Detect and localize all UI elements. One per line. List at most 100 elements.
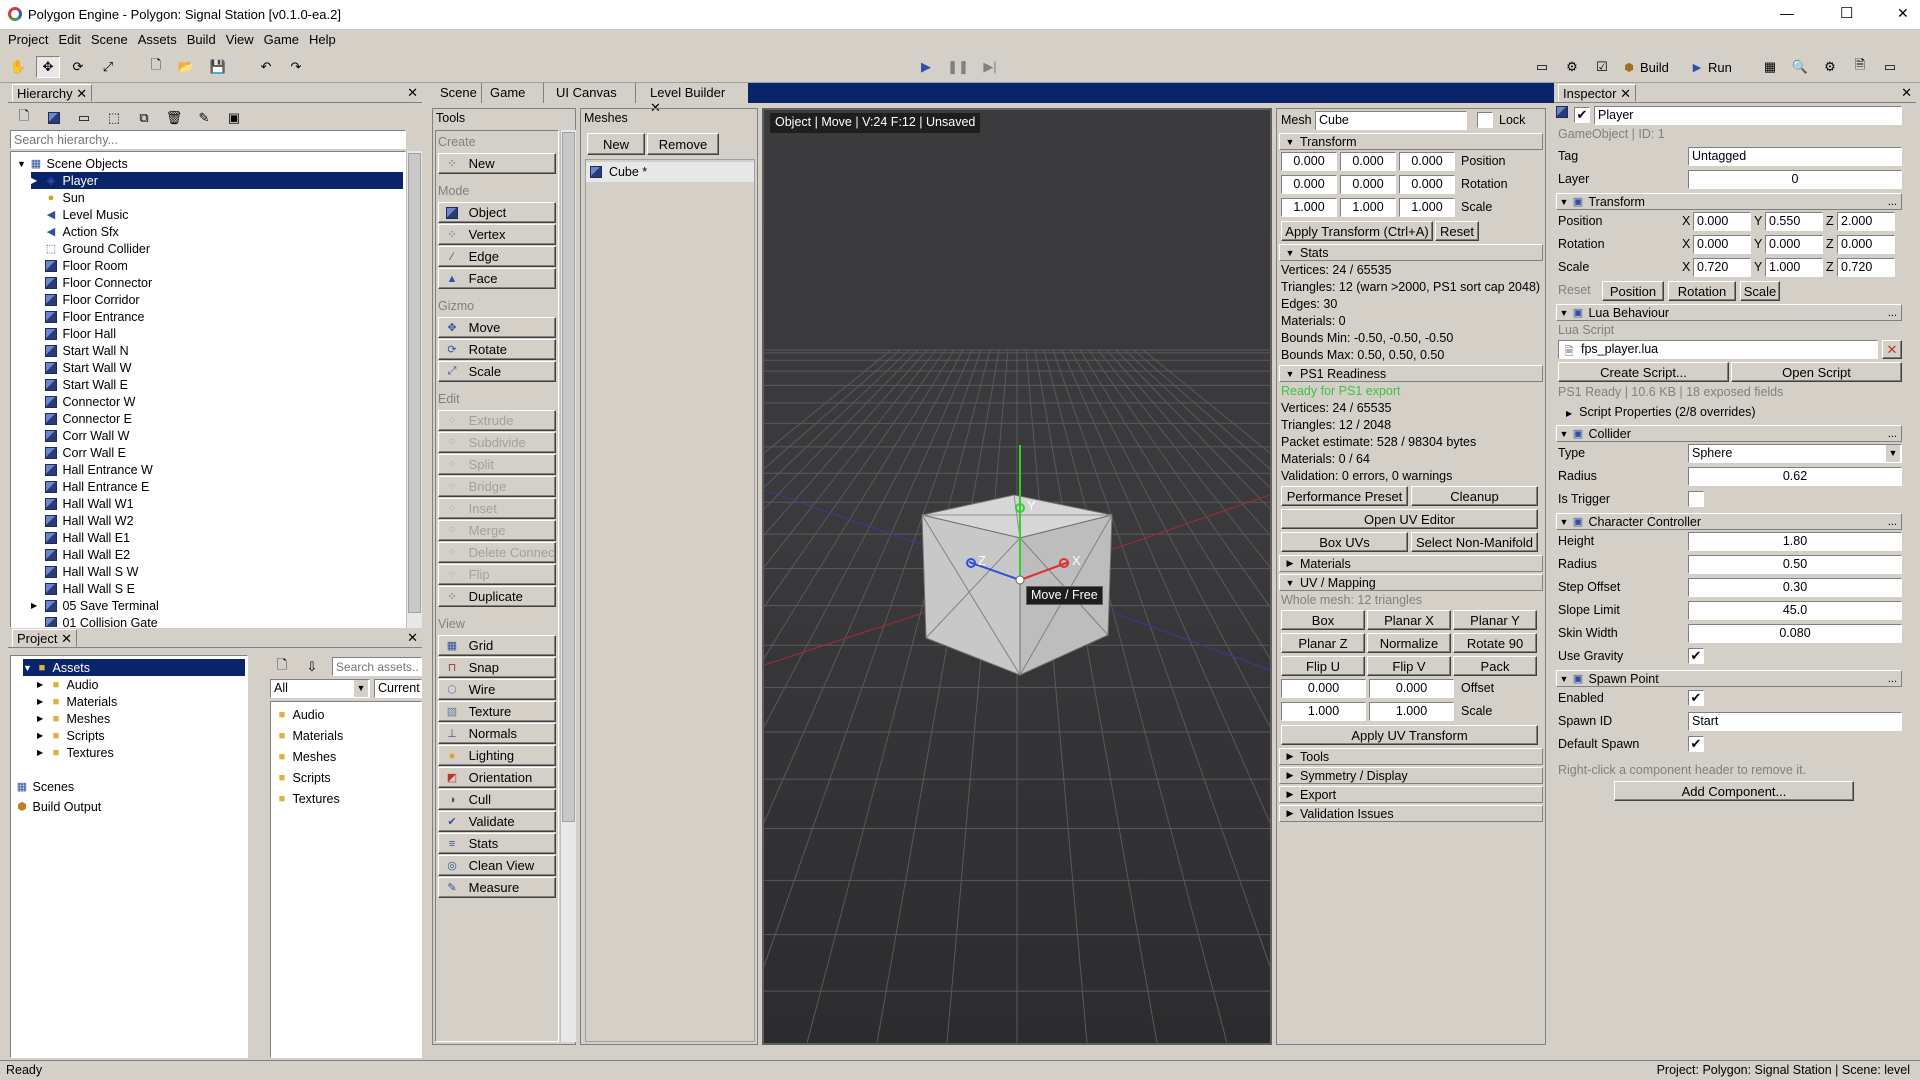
uv-offset-u-field[interactable]: 0.000 [1281,679,1366,698]
rename-icon[interactable]: ✎ [192,107,216,129]
focus-icon[interactable]: ▣ [222,107,246,129]
view-lighting-button[interactable]: ● Lighting [438,745,556,766]
new-file-icon[interactable]: 🗋 [144,56,168,78]
expand-icon[interactable]: ▶ [37,697,49,706]
hierarchy-item[interactable]: ◀ Action Sfx [31,223,119,240]
hierarchy-item[interactable]: Hall Entrance E [31,478,149,495]
layer-field[interactable]: 0 [1688,170,1902,189]
uv-mapping-section[interactable]: ▼ UV / Mapping [1279,574,1543,591]
save-icon[interactable]: 💾 [206,56,230,78]
edit-bridge-button[interactable]: ⁘ Bridge [438,476,556,497]
run-button[interactable]: ▶ Run [1690,56,1732,78]
hierarchy-item[interactable]: Floor Entrance [31,308,144,325]
tree-folder[interactable]: ▶ ■ Audio [37,676,98,693]
box-uvs-button[interactable]: Box UVs [1281,532,1408,552]
close-panel-icon[interactable]: ✕ [407,630,418,646]
redo-icon[interactable]: ↷ [284,56,308,78]
inspect-icon[interactable]: 🔍 [1788,56,1812,78]
close-tab-icon[interactable]: ✕ [1620,86,1631,101]
mesh-position-x-field[interactable]: 0.000 [1281,152,1337,171]
menu-edit[interactable]: Edit [53,30,85,47]
uv-box-button[interactable]: Box [1281,610,1365,630]
project-tab[interactable]: Project ✕ [12,629,77,647]
expand-icon[interactable]: ▶ [37,731,49,740]
edit-duplicate-button[interactable]: ⁘ Duplicate [438,586,556,607]
uv-offset-v-field[interactable]: 0.000 [1369,679,1454,698]
tab-level-builder[interactable]: Level Builder ✕ [636,83,748,115]
scale-y-field[interactable]: 1.000 [1765,258,1823,277]
view-grid-button[interactable]: ▦ Grid [438,635,556,656]
menu-help[interactable]: Help [304,30,341,47]
view-wire-button[interactable]: ⬡ Wire [438,679,556,700]
tree-folder[interactable]: ▶ ■ Textures [37,744,114,761]
mesh-scale-x-field[interactable]: 1.000 [1281,198,1337,217]
reset-position-button[interactable]: Position [1602,281,1664,301]
edit-extrude-button[interactable]: ⁘ Extrude [438,410,556,431]
view-normals-button[interactable]: ⊥ Normals [438,723,556,744]
object-name-field[interactable]: Player [1594,106,1902,125]
cleanup-button[interactable]: Cleanup [1411,486,1538,506]
lua-behaviour-component[interactable]: ▼ ▣ Lua Behaviour... [1556,304,1902,321]
hierarchy-item[interactable]: Hall Wall E1 [31,529,130,546]
uv-planar-z-button[interactable]: Planar Z [1281,633,1365,653]
mesh-scale-y-field[interactable]: 1.000 [1340,198,1396,217]
expand-icon[interactable]: ▶ [31,176,43,185]
mesh-rotation-z-field[interactable]: 0.000 [1399,175,1455,194]
new-tool-button[interactable]: ⁘ New [438,153,556,174]
gear-icon[interactable]: ⚙ [1560,56,1584,78]
edit-flip-button[interactable]: ⁘ Flip [438,564,556,585]
chevron-down-icon[interactable]: ▼ [354,680,368,697]
uv-scale-u-field[interactable]: 1.000 [1281,702,1366,721]
tag-field[interactable]: Untagged [1688,147,1902,166]
character-controller-component[interactable]: ▼ ▣ Character Controller... [1556,513,1902,530]
tree-root[interactable]: ▼ ▦ Scene Objects [17,155,128,172]
more-icon[interactable]: ... [1888,516,1897,528]
asset-scope-select[interactable]: Current [374,679,422,698]
view-validate-button[interactable]: ✔ Validate [438,811,556,832]
asset-folder[interactable]: ■ Scripts [275,769,331,786]
view-clean-view-button[interactable]: ◎ Clean View [438,855,556,876]
layout-icon[interactable]: ▦ [1758,56,1782,78]
uv-flip-v-button[interactable]: Flip V [1367,656,1451,676]
mesh-rotation-x-field[interactable]: 0.000 [1281,175,1337,194]
hierarchy-search-input[interactable] [10,130,406,149]
scale-x-field[interactable]: 0.720 [1693,258,1751,277]
tab-game[interactable]: Game [482,83,544,103]
view-stats-button[interactable]: ≡ Stats [438,833,556,854]
docs-icon[interactable]: 🗎 [1848,56,1872,78]
hierarchy-item[interactable]: Hall Wall E2 [31,546,130,563]
gizmo-move-button[interactable]: ✥ Move [438,317,556,338]
performance-preset-button[interactable]: Performance Preset [1281,486,1408,506]
reset-transform-button[interactable]: Reset [1435,221,1479,241]
chevron-down-icon[interactable]: ▼ [1886,445,1900,462]
collider-type-select[interactable]: Sphere ▼ [1688,444,1902,463]
add-object-icon[interactable]: 🗋 [12,107,36,129]
expand-icon[interactable]: ▶ [37,748,49,757]
tree-folder[interactable]: ▶ ■ Meshes [37,710,110,727]
uv-scale-v-field[interactable]: 1.000 [1369,702,1454,721]
add-prefab-icon[interactable]: ⬚ [102,107,126,129]
hierarchy-item[interactable]: 01 Collision Gate [31,614,158,627]
clear-script-icon[interactable]: ✕ [1882,340,1902,359]
rotation-z-field[interactable]: 0.000 [1837,235,1895,254]
mesh-rotation-y-field[interactable]: 0.000 [1340,175,1396,194]
materials-section[interactable]: ▶ Materials [1279,555,1543,572]
close-tab-icon[interactable]: ✕ [76,86,87,101]
uv-pack-button[interactable]: Pack [1453,656,1537,676]
maximize-button[interactable]: ☐ [1840,4,1853,22]
mode-object-button[interactable]: Object [438,202,556,223]
mesh-name-field[interactable]: Cube [1315,111,1467,130]
gizmo-rotate-button[interactable]: ⟳ Rotate [438,339,556,360]
default-spawn-checkbox[interactable]: ✔ [1688,736,1704,752]
menu-project[interactable]: Project [3,30,53,47]
asset-search-input[interactable] [332,657,422,676]
close-tab-icon[interactable]: ✕ [61,631,72,646]
scale-z-field[interactable]: 0.720 [1837,258,1895,277]
transform-component[interactable]: ▼ ▣ Transform... [1556,193,1902,210]
uv-planar-x-button[interactable]: Planar X [1367,610,1451,630]
asset-folder[interactable]: ■ Meshes [275,748,337,765]
cc-slope-limit-field[interactable]: 45.0 [1688,601,1902,620]
validation-issues-section[interactable]: ▶ Validation Issues [1279,805,1543,822]
tree-scenes[interactable]: ▦ Scenes [15,778,74,795]
more-icon[interactable]: ... [1888,428,1897,440]
